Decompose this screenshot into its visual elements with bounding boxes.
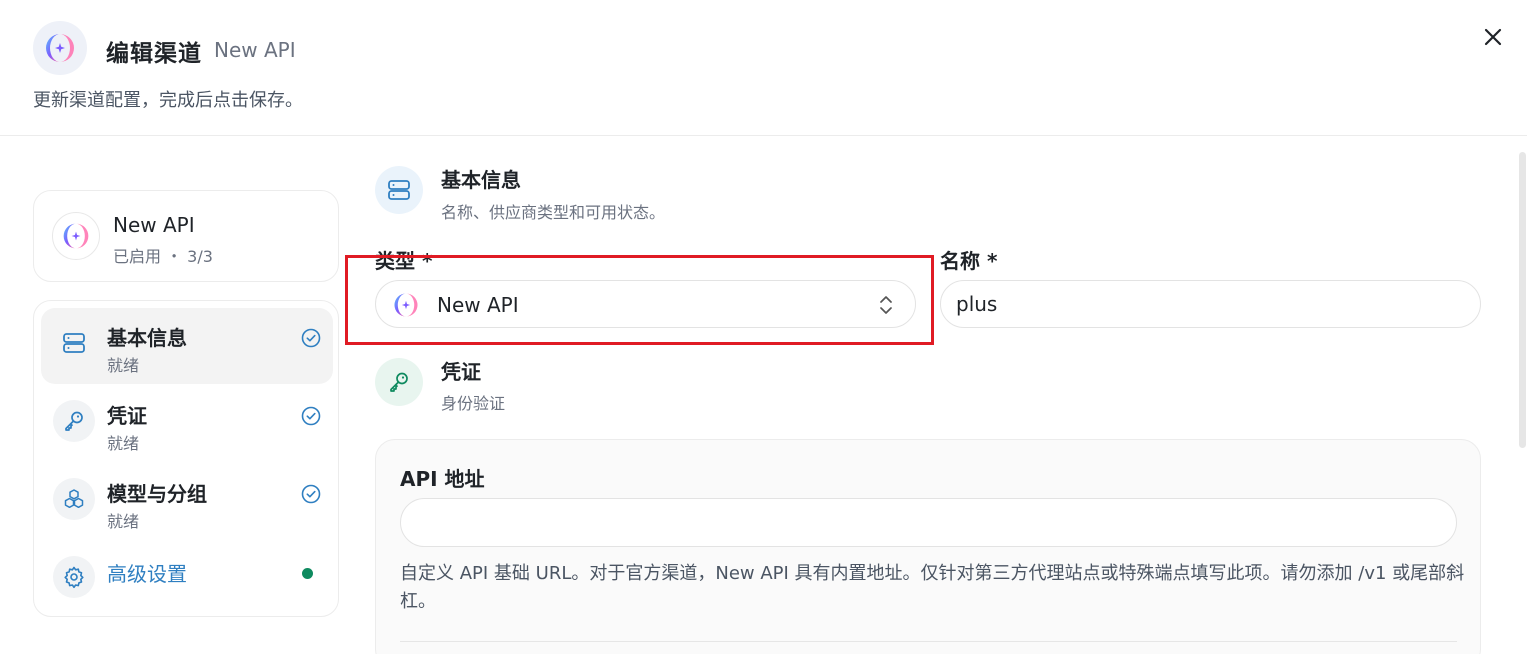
channel-status: 已启用 ・ 3/3 xyxy=(113,247,213,266)
nav-item-state: 就绪 xyxy=(107,512,140,531)
dialog-header: 编辑渠道 New API 更新渠道配置，完成后点击保存。 xyxy=(0,0,1527,136)
close-icon xyxy=(1484,28,1502,46)
divider xyxy=(400,641,1457,642)
type-select-value: New API xyxy=(437,293,519,317)
dialog-title: 编辑渠道 xyxy=(106,41,202,67)
new-api-logo-icon xyxy=(33,21,87,75)
check-circle-icon xyxy=(301,328,321,348)
nav-item-label: 基本信息 xyxy=(107,326,187,350)
check-circle-icon xyxy=(301,406,321,426)
name-input[interactable] xyxy=(940,280,1481,328)
server-icon xyxy=(53,322,95,364)
nav-item-state: 就绪 xyxy=(107,434,140,453)
nav-item-label: 模型与分组 xyxy=(107,482,207,506)
new-api-logo-icon xyxy=(52,212,100,260)
cubes-icon xyxy=(53,478,95,520)
section-desc-credentials: 身份验证 xyxy=(441,394,506,413)
dialog-subtitle: New API xyxy=(214,38,296,62)
section-desc-basic-info: 名称、供应商类型和可用状态。 xyxy=(441,203,666,222)
check-circle-icon xyxy=(301,484,321,504)
nav-item-label: 凭证 xyxy=(107,404,147,428)
section-nav: 基本信息 就绪 凭证 就绪 模型与分组 就绪 高级设置 xyxy=(33,300,339,617)
nav-item-models-groups[interactable]: 模型与分组 就绪 xyxy=(41,464,333,540)
channel-summary-card: New API 已启用 ・ 3/3 xyxy=(33,190,339,282)
api-address-input[interactable] xyxy=(400,498,1457,547)
chevron-up-down-icon xyxy=(880,296,892,314)
nav-item-state: 就绪 xyxy=(107,356,140,375)
server-icon xyxy=(375,166,423,214)
dialog-description: 更新渠道配置，完成后点击保存。 xyxy=(33,90,303,111)
gear-icon xyxy=(53,556,95,598)
nav-item-label: 高级设置 xyxy=(107,562,187,586)
nav-item-advanced-settings[interactable]: 高级设置 xyxy=(41,542,333,612)
key-icon xyxy=(375,358,423,406)
name-label: 名称 * xyxy=(940,249,998,273)
api-address-label: API 地址 xyxy=(400,467,485,491)
close-button[interactable] xyxy=(1478,22,1508,52)
section-title-basic-info: 基本信息 xyxy=(441,168,521,192)
nav-item-credentials[interactable]: 凭证 就绪 xyxy=(41,386,333,462)
type-select[interactable]: New API xyxy=(375,280,916,328)
key-icon xyxy=(53,400,95,442)
nav-item-basic-info[interactable]: 基本信息 就绪 xyxy=(41,308,333,384)
section-title-credentials: 凭证 xyxy=(441,360,481,384)
scrollbar-thumb[interactable] xyxy=(1519,152,1526,448)
unsaved-indicator-dot xyxy=(302,568,313,579)
channel-name: New API xyxy=(113,213,195,237)
new-api-logo-icon xyxy=(394,293,418,317)
edit-channel-dialog: 编辑渠道 New API 更新渠道配置，完成后点击保存。 New API 已启用… xyxy=(0,0,1527,654)
credentials-card: API 地址 自定义 API 基础 URL。对于官方渠道，New API 具有内… xyxy=(375,439,1481,654)
api-address-help: 自定义 API 基础 URL。对于官方渠道，New API 具有内置地址。仅针对… xyxy=(400,563,1465,612)
type-label: 类型 * xyxy=(375,249,433,273)
